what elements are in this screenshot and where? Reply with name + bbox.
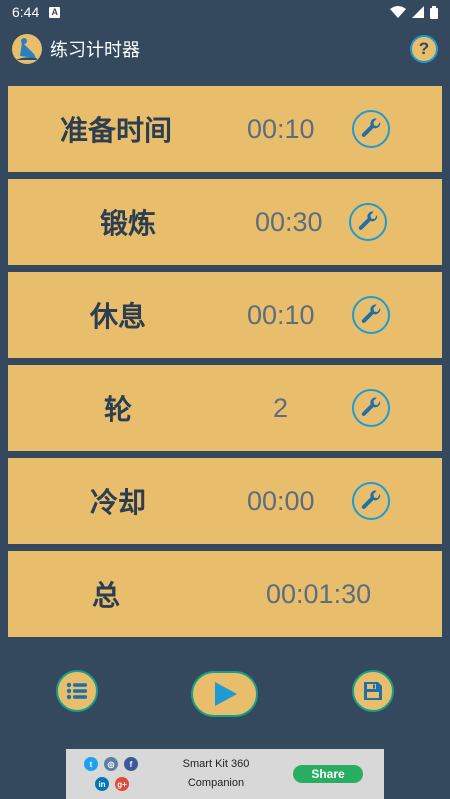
- row-label: 休息: [90, 300, 147, 333]
- signal-icon: [412, 6, 424, 18]
- row-rest[interactable]: 休息 00:10: [8, 272, 442, 358]
- settings-button[interactable]: [352, 389, 390, 427]
- ad-text: Smart Kit 360 Companion: [166, 755, 266, 793]
- social-icons: t ◎ f in g+: [84, 755, 144, 795]
- settings-button[interactable]: [352, 110, 390, 148]
- ad-title: Smart Kit 360: [182, 758, 250, 770]
- app-logo-icon: [12, 34, 42, 64]
- settings-button[interactable]: [349, 203, 387, 241]
- wrench-icon: [361, 118, 381, 137]
- row-value: 00:30: [255, 206, 323, 237]
- status-time: 6:44: [12, 4, 40, 20]
- settings-button[interactable]: [352, 296, 390, 334]
- save-icon: [364, 682, 382, 700]
- play-button[interactable]: [191, 671, 258, 717]
- row-rounds[interactable]: 轮 2: [8, 365, 442, 451]
- status-bar: 6:44 A: [0, 0, 450, 24]
- ad-subtitle: Companion: [187, 777, 245, 789]
- ad-banner[interactable]: t ◎ f in g+ Smart Kit 360 Companion Shar…: [66, 749, 384, 799]
- google-plus-icon: g+: [115, 777, 129, 791]
- timer-settings-list: 准备时间 00:10 锻炼 00:30 休息 00:10 轮 2 冷却 00:0…: [8, 86, 442, 644]
- save-button[interactable]: [352, 670, 394, 712]
- wrench-icon: [358, 211, 378, 230]
- row-label: 轮: [104, 393, 133, 426]
- row-label: 总: [92, 579, 121, 612]
- app-bar: 练习计时器 ?: [0, 28, 450, 70]
- wifi-icon: [390, 6, 406, 18]
- row-cooldown[interactable]: 冷却 00:00: [8, 458, 442, 544]
- row-value: 00:01:30: [266, 578, 372, 609]
- row-total: 总 00:01:30: [8, 551, 442, 637]
- row-workout[interactable]: 锻炼 00:30: [8, 179, 442, 265]
- row-label: 锻炼: [100, 207, 157, 240]
- play-icon: [214, 682, 237, 706]
- row-value: 00:10: [247, 299, 315, 330]
- list-icon: [66, 682, 87, 700]
- help-icon: ?: [418, 39, 430, 58]
- row-label: 准备时间: [60, 114, 173, 147]
- row-value: 00:00: [247, 485, 315, 516]
- notification-icon: A: [49, 6, 61, 18]
- twitter-icon: t: [84, 757, 98, 771]
- wrench-icon: [361, 397, 381, 416]
- app-title: 练习计时器: [50, 40, 140, 61]
- list-button[interactable]: [56, 670, 98, 712]
- row-label: 冷却: [90, 486, 147, 519]
- instagram-icon: ◎: [104, 757, 118, 771]
- battery-icon: [430, 5, 438, 19]
- status-icons: [390, 5, 438, 19]
- share-button[interactable]: Share: [293, 765, 363, 783]
- help-button[interactable]: ?: [410, 35, 438, 63]
- row-prepare[interactable]: 准备时间 00:10: [8, 86, 442, 172]
- row-value: 2: [273, 392, 289, 423]
- linkedin-icon: in: [95, 777, 109, 791]
- wrench-icon: [361, 304, 381, 323]
- settings-button[interactable]: [352, 482, 390, 520]
- facebook-icon: f: [124, 757, 138, 771]
- wrench-icon: [361, 490, 381, 509]
- row-value: 00:10: [247, 113, 315, 144]
